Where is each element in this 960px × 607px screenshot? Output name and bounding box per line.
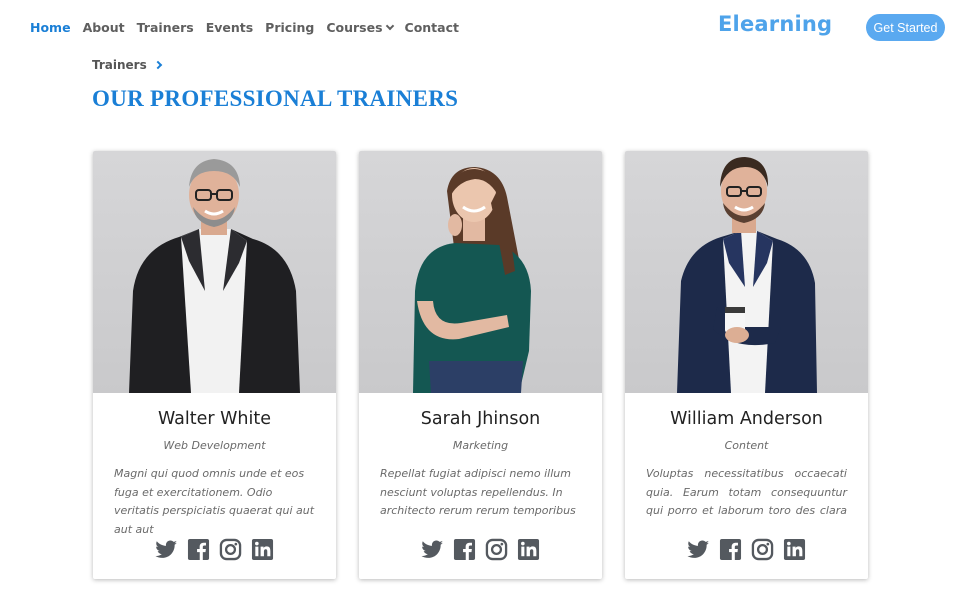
trainer-card: Walter White Web Development Magni qui q… — [93, 151, 336, 579]
social-links — [93, 538, 336, 561]
linkedin-icon[interactable] — [517, 538, 540, 561]
chevron-down-icon — [385, 21, 394, 31]
facebook-icon[interactable] — [719, 538, 742, 561]
trainer-name: Walter White — [157, 409, 272, 429]
instagram-icon[interactable] — [751, 538, 774, 561]
breadcrumb-current[interactable]: Trainers — [92, 58, 147, 72]
trainer-bio: Voluptas necessitatibus occaecati quia. … — [646, 467, 847, 517]
social-links — [625, 538, 868, 561]
nav-trainers[interactable]: Trainers — [137, 20, 194, 35]
get-started-button[interactable]: Get Started — [866, 14, 945, 41]
trainer-bio: Magni qui quod omnis unde et eos fuga et… — [114, 467, 315, 536]
chevron-right-icon — [153, 60, 162, 70]
trainer-name: William Anderson — [670, 409, 823, 429]
trainer-photo — [93, 151, 336, 393]
linkedin-icon[interactable] — [783, 538, 806, 561]
breadcrumb: Trainers — [92, 58, 162, 72]
facebook-icon[interactable] — [187, 538, 210, 561]
site-header: Home About Trainers Events Pricing Cours… — [0, 0, 960, 56]
trainer-role: Marketing — [452, 439, 509, 452]
nav-courses[interactable]: Courses — [326, 20, 394, 35]
logo[interactable]: Elearning — [718, 12, 832, 36]
trainer-card: William Anderson Content Voluptas necess… — [625, 151, 868, 579]
nav-events[interactable]: Events — [206, 20, 253, 35]
nav-about[interactable]: About — [83, 20, 125, 35]
nav-home[interactable]: Home — [30, 20, 71, 35]
trainer-role: Content — [724, 439, 769, 452]
instagram-icon[interactable] — [485, 538, 508, 561]
trainer-card: Sarah Jhinson Marketing Repellat fugiat … — [359, 151, 602, 579]
nav-pricing[interactable]: Pricing — [265, 20, 314, 35]
facebook-icon[interactable] — [453, 538, 476, 561]
trainer-photo — [625, 151, 868, 393]
twitter-icon[interactable] — [687, 538, 710, 561]
linkedin-icon[interactable] — [251, 538, 274, 561]
nav-contact[interactable]: Contact — [405, 20, 459, 35]
main-nav: Home About Trainers Events Pricing Cours… — [30, 20, 459, 35]
nav-courses-label: Courses — [326, 20, 383, 35]
trainer-name: Sarah Jhinson — [420, 409, 541, 429]
twitter-icon[interactable] — [421, 538, 444, 561]
trainer-photo — [359, 151, 602, 393]
page-title: OUR PROFESSIONAL TRAINERS — [92, 86, 459, 111]
twitter-icon[interactable] — [155, 538, 178, 561]
instagram-icon[interactable] — [219, 538, 242, 561]
trainer-role: Web Development — [163, 439, 266, 452]
trainer-bio: Repellat fugiat adipisci nemo illum nesc… — [380, 467, 576, 517]
social-links — [359, 538, 602, 561]
